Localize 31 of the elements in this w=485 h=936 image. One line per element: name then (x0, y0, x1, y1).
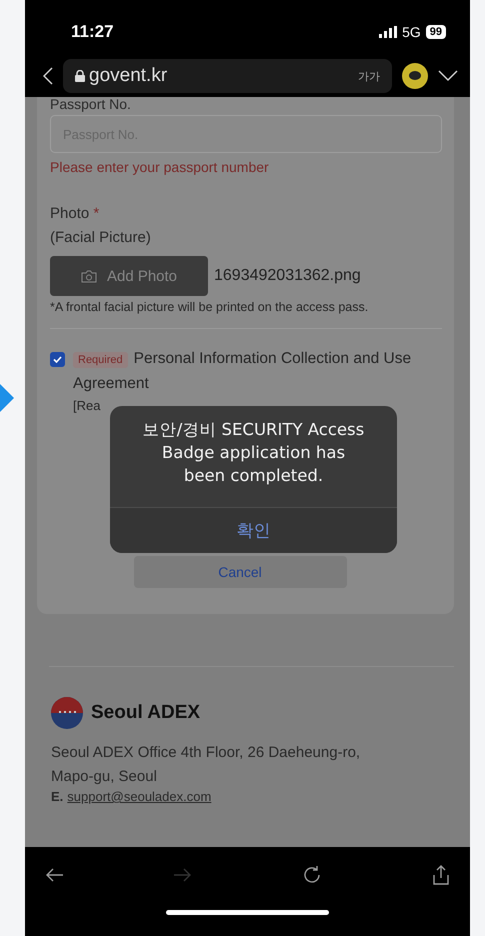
battery-level: 99 (426, 24, 446, 38)
url-text: govent.kr (89, 65, 168, 87)
email-label: E. (51, 789, 64, 804)
status-time: 11:27 (71, 22, 114, 42)
consent-label: Required Personal Information Collection and Use Agreement (73, 349, 412, 394)
logo-icon (51, 697, 83, 729)
field-label: Photo * (50, 204, 100, 224)
arrow-icon (0, 384, 14, 412)
camera-icon (80, 270, 97, 282)
address-bar[interactable]: govent.kr 가가 (63, 59, 392, 93)
consent-checkbox[interactable] (50, 352, 65, 367)
photo-note: *A frontal facial picture will be printed on the access pass. (50, 300, 370, 314)
chevron-down-icon[interactable] (438, 70, 458, 82)
brand-name: Seoul ADEX (91, 702, 200, 724)
add-photo-button[interactable]: Add Photo (50, 256, 208, 296)
email-link[interactable]: support@seouladex.com (67, 789, 212, 804)
dialog-message: 보안/경비 SECURITY Access Badge application has been completed. (142, 419, 366, 487)
cancel-button[interactable]: Cancel (134, 556, 346, 588)
error-message: Please enter your passport number (50, 159, 270, 175)
back-chevron-icon[interactable] (43, 67, 53, 85)
field-sublabel: (Facial Picture) (50, 228, 152, 248)
text-size-button[interactable]: 가가 (358, 68, 380, 84)
file-name: 1693492031362.png (214, 267, 361, 285)
checkmark-icon (53, 356, 62, 363)
confirm-button[interactable]: 확인 (110, 507, 397, 553)
chat-bubble-icon[interactable] (402, 63, 428, 89)
field-label: Passport No. (50, 97, 132, 112)
signal-icon (379, 26, 398, 38)
lock-icon (75, 70, 85, 82)
address-text: Seoul ADEX Office 4th Floor, 26 Daeheung-ro, Mapo-gu, Seoul (51, 743, 362, 787)
network-label: 5G (402, 24, 421, 40)
